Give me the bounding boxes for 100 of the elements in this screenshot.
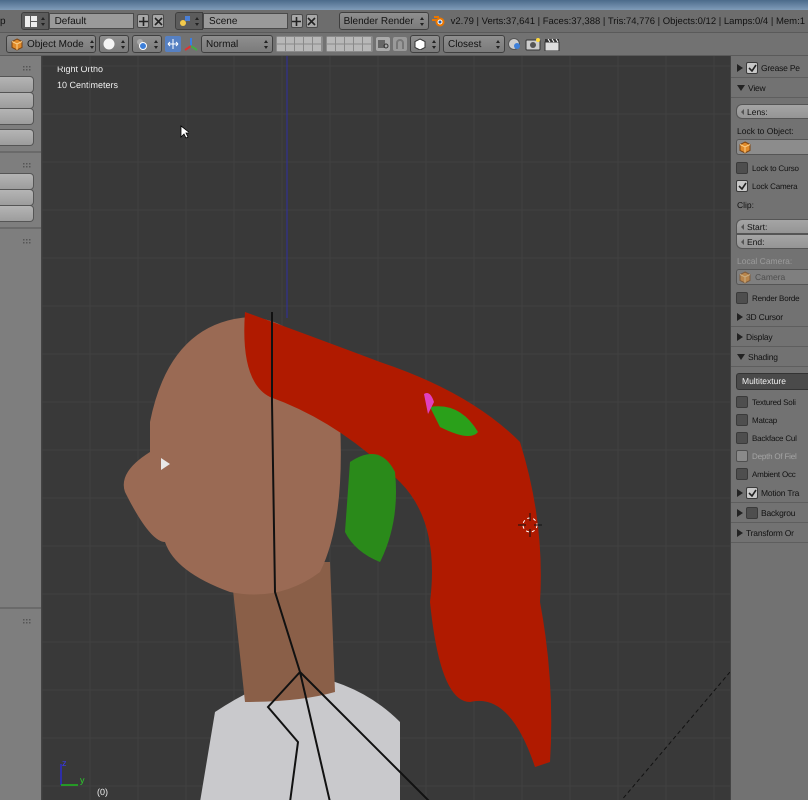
3d-cursor-icon	[518, 513, 542, 537]
panel-header[interactable]: Shading	[731, 347, 808, 367]
render-engine-dropdown[interactable]: Blender Render	[338, 12, 429, 30]
mouse-pointer-icon	[180, 125, 189, 139]
checkmark-icon	[748, 488, 756, 496]
checkbox[interactable]	[736, 396, 748, 408]
mode-dropdown[interactable]: Object Mode	[6, 35, 96, 53]
up-down-arrows-icon	[418, 16, 424, 26]
disclosure-triangle-icon[interactable]	[737, 312, 743, 320]
panel-title: Grease Pe	[761, 62, 800, 72]
panel-header[interactable]: Motion Tra	[731, 483, 808, 503]
tool-button[interactable]	[0, 173, 34, 190]
checkbox-label: Lock Camera	[752, 182, 798, 190]
snap-element-dropdown[interactable]	[410, 35, 440, 53]
scene-statistics: v2.79 | Verts:37,641 | Faces:37,388 | Tris:74,776 | Objects:0/12 | Lamps:0/4 | Mem:1	[450, 16, 805, 26]
checkbox[interactable]	[736, 414, 748, 426]
close-icon	[307, 16, 316, 26]
checkbox[interactable]	[736, 180, 748, 192]
up-down-arrows-icon	[88, 38, 94, 50]
grip-icon[interactable]	[23, 163, 31, 168]
checkbox[interactable]	[736, 292, 748, 304]
checkbox-label: Backface Cul	[752, 434, 797, 442]
up-down-arrows-icon	[430, 38, 436, 50]
scene-name-field[interactable]: Scene	[203, 13, 288, 29]
panel-title: Shading	[748, 352, 778, 362]
checkbox[interactable]	[736, 162, 748, 174]
shading-dropdown[interactable]	[99, 35, 129, 53]
close-icon	[154, 16, 163, 26]
left-arrow-icon[interactable]	[741, 108, 744, 114]
checkbox[interactable]	[736, 432, 748, 444]
layout-name-field[interactable]: Default	[48, 13, 134, 29]
checkmark-icon	[748, 64, 756, 72]
disclosure-triangle-icon[interactable]	[737, 84, 745, 90]
number-field[interactable]: End:	[736, 234, 808, 249]
panel-title: Motion Tra	[761, 488, 800, 498]
grip-icon[interactable]	[23, 66, 31, 71]
panel-title: 3D Cursor	[746, 312, 783, 322]
panel-header[interactable]: Display	[731, 327, 808, 347]
field-label: End:	[747, 236, 764, 246]
panel-header[interactable]: 3D Cursor	[731, 307, 808, 327]
axis-label: y	[80, 775, 84, 785]
disclosure-triangle-icon[interactable]	[737, 354, 745, 360]
scene-icon	[179, 15, 192, 27]
panel-header[interactable]: Backgrou	[731, 503, 808, 523]
snap-target-dropdown[interactable]: Closest	[443, 35, 505, 53]
checkbox[interactable]	[746, 62, 758, 74]
tool-button[interactable]	[0, 129, 34, 146]
checkbox[interactable]	[736, 468, 748, 480]
pivot-dropdown[interactable]	[132, 35, 162, 53]
add-button[interactable]	[137, 14, 150, 28]
tool-button[interactable]	[0, 92, 34, 109]
grip-icon[interactable]	[23, 619, 31, 624]
close-button[interactable]	[306, 14, 318, 28]
number-field[interactable]: Lens:	[736, 104, 808, 119]
object-field[interactable]	[736, 139, 808, 155]
number-field[interactable]: Start:	[736, 219, 808, 234]
tool-button[interactable]	[0, 189, 34, 206]
tool-button[interactable]	[0, 76, 34, 93]
shading-mode-dropdown[interactable]: Multitexture	[736, 373, 808, 390]
checkbox[interactable]	[746, 486, 758, 498]
tool-button[interactable]	[0, 205, 34, 222]
field-label: Lock to Object:	[737, 126, 795, 136]
panel-header[interactable]: Grease Pe	[731, 58, 808, 78]
screen-layout-button[interactable]	[20, 12, 49, 30]
scene-button[interactable]	[175, 12, 204, 30]
layer-lock-icon[interactable]	[376, 37, 390, 51]
blender-logo-icon	[432, 15, 446, 27]
orientation-dropdown[interactable]: Normal	[201, 35, 273, 53]
close-button[interactable]	[152, 14, 164, 28]
snap-settings-icon[interactable]	[508, 37, 522, 51]
left-arrow-icon[interactable]	[741, 224, 744, 230]
plus-icon	[138, 16, 148, 26]
disclosure-triangle-icon[interactable]	[737, 528, 743, 536]
layout-icon	[24, 16, 37, 26]
panel-header[interactable]: View	[731, 78, 808, 98]
grid-scale-label: 10 Centimeters	[57, 80, 118, 90]
panel-header[interactable]: Transform Or	[731, 523, 808, 543]
field-label: Clip:	[737, 200, 756, 210]
panel-title: Backgrou	[761, 508, 796, 518]
left-arrow-icon[interactable]	[741, 238, 744, 244]
add-button[interactable]	[291, 14, 303, 28]
pointer-triangle-icon	[161, 458, 170, 470]
panel-title: View	[748, 82, 766, 92]
tool-button[interactable]	[0, 108, 34, 125]
checkbox-label: Lock to Curso	[752, 164, 799, 172]
up-down-arrows-icon	[119, 38, 125, 50]
render-camera-icon[interactable]	[525, 37, 541, 51]
plus-icon	[292, 16, 302, 26]
clapperboard-icon[interactable]	[544, 37, 560, 51]
grip-icon[interactable]	[23, 239, 31, 244]
checkbox[interactable]	[746, 506, 758, 518]
pivot-icon	[136, 38, 148, 50]
up-down-arrows-icon	[152, 38, 158, 50]
checkbox-label: Render Borde	[752, 294, 800, 302]
help-menu[interactable]: p	[0, 16, 10, 26]
up-down-arrows-icon	[193, 16, 200, 26]
manipulator-icon[interactable]	[165, 36, 181, 52]
disclosure-triangle-icon[interactable]	[737, 332, 743, 340]
panel-title: Transform Or	[746, 528, 794, 538]
axis-label: z	[62, 758, 66, 768]
